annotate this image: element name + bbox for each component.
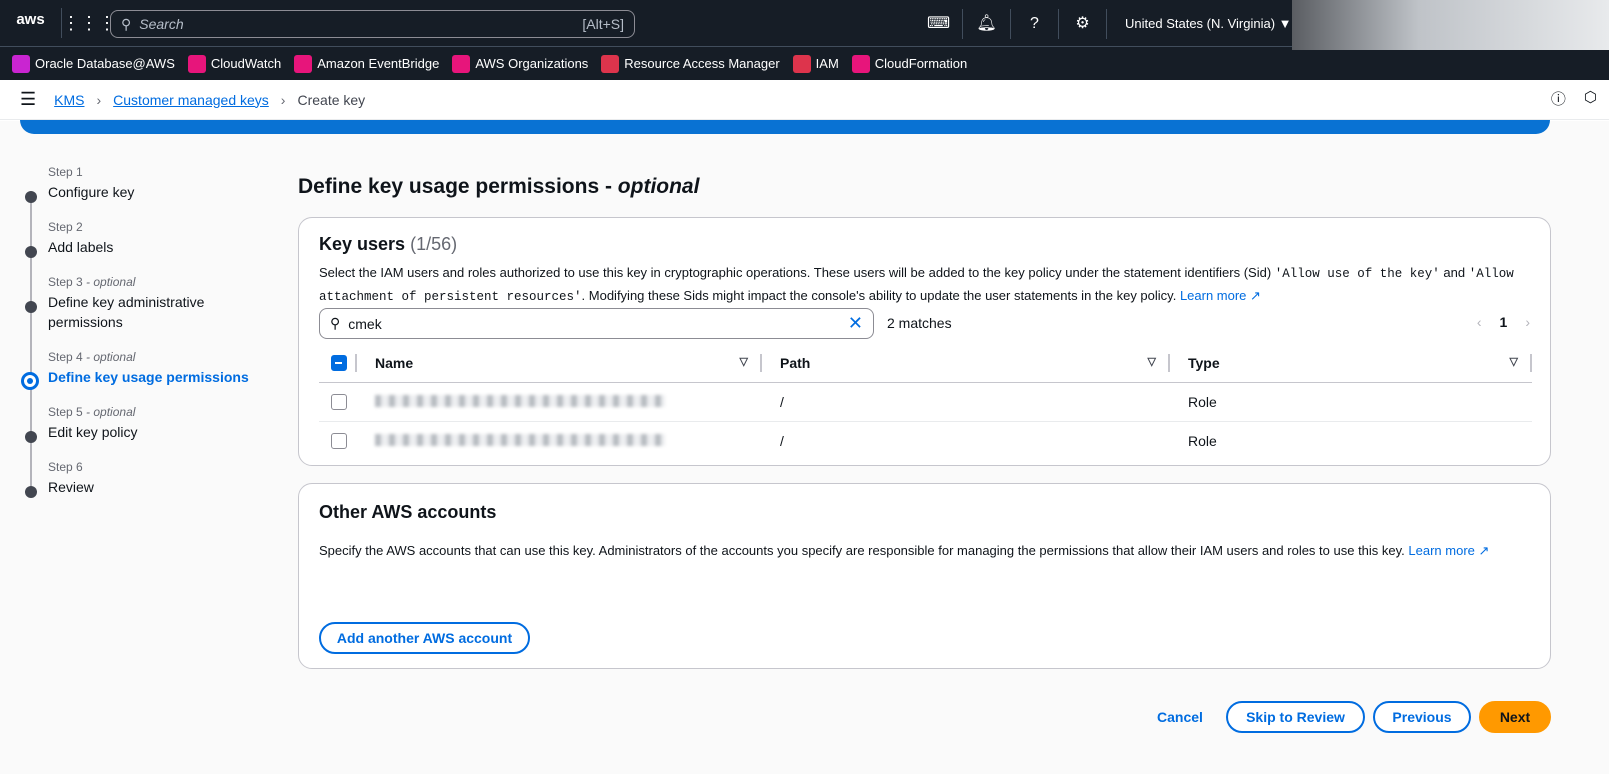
region-selector[interactable]: United States (N. Virginia) ▼ — [1125, 16, 1292, 31]
favorite-item[interactable]: IAM — [792, 54, 839, 73]
wizard-step[interactable]: Step 1 Configure key — [20, 165, 280, 203]
previous-button[interactable]: Previous — [1373, 701, 1471, 733]
row-checkbox[interactable] — [331, 394, 347, 411]
prev-page-icon[interactable]: ‹ — [1477, 314, 1482, 330]
row-checkbox[interactable] — [331, 433, 347, 450]
filter-input[interactable]: ⚲ cmek ✕ — [319, 308, 874, 339]
wizard-step[interactable]: Step 3 - optional Define key administrati… — [20, 275, 280, 332]
service-icon — [452, 54, 471, 73]
main-content: Step 1 Configure key Step 2 Add labels Step … — [0, 121, 1609, 774]
account-banner-image — [1292, 0, 1609, 50]
page-number[interactable]: 1 — [1500, 314, 1508, 330]
other-accounts-description: Specify the AWS accounts that can use th… — [319, 543, 1490, 558]
aws-logo[interactable]: aws — [0, 8, 62, 38]
key-users-heading: Key users (1/56) — [319, 234, 458, 254]
breadcrumb: ☰ KMS › Customer managed keys › Create k… — [0, 80, 1609, 120]
table-row[interactable]: / Role — [319, 421, 1532, 460]
favorite-item[interactable]: CloudFormation — [851, 54, 967, 73]
skip-to-review-button[interactable]: Skip to Review — [1226, 701, 1365, 733]
other-accounts-panel: Other AWS accounts Specify the AWS accou… — [298, 483, 1551, 669]
step-indicator-icon — [21, 372, 39, 390]
learn-more-link[interactable]: Learn more ↗ — [1180, 288, 1261, 303]
learn-more-link[interactable]: Learn more ↗ — [1408, 543, 1489, 558]
favorite-item[interactable]: AWS Organizations — [452, 54, 588, 73]
step-indicator-icon — [25, 486, 37, 498]
pagination: ‹ 1 › — [1477, 314, 1530, 330]
key-users-panel: Key users (1/56) Select the IAM users an… — [298, 217, 1551, 466]
gear-icon[interactable]: ⚙ — [1059, 8, 1107, 39]
wizard-step: Step 6 Review — [20, 460, 280, 498]
favorite-item[interactable]: Amazon EventBridge — [294, 54, 439, 73]
wizard-step[interactable]: Step 2 Add labels — [20, 220, 280, 258]
next-page-icon[interactable]: › — [1525, 314, 1530, 330]
wizard-step[interactable]: Step 4 - optional Define key usage permis… — [20, 350, 280, 390]
search-input[interactable]: ⚲ Search [Alt+S] — [110, 10, 635, 38]
redacted-name — [375, 394, 665, 407]
info-banner — [20, 120, 1550, 134]
favorite-item[interactable]: CloudWatch — [187, 54, 281, 73]
breadcrumb-kms[interactable]: KMS — [54, 92, 84, 108]
feedback-icon[interactable]: ⬡ — [1584, 88, 1597, 109]
favorites-bar: Oracle Database@AWS CloudWatch Amazon Even… — [0, 47, 1609, 80]
favorite-item[interactable]: Oracle Database@AWS — [12, 54, 175, 73]
service-icon — [851, 54, 870, 73]
add-account-button[interactable]: Add another AWS account — [319, 622, 530, 654]
sort-icon: ▽ — [1509, 355, 1518, 368]
chevron-right-icon: › — [280, 91, 286, 108]
help-icon[interactable]: ? — [1011, 8, 1059, 39]
key-users-description: Select the IAM users and roles authorize… — [319, 265, 1514, 304]
service-icon — [12, 54, 30, 73]
cancel-button[interactable]: Cancel — [1140, 701, 1220, 733]
column-path[interactable]: Path ▽ — [762, 344, 1170, 383]
redacted-name — [375, 433, 665, 446]
menu-icon[interactable]: ☰ — [20, 89, 36, 110]
wizard-step: Step 5 - optional Edit key policy — [20, 405, 280, 443]
breadcrumb-current: Create key — [297, 91, 366, 108]
sort-icon: ▽ — [1147, 355, 1156, 368]
clear-filter-icon[interactable]: ✕ — [848, 313, 863, 334]
chevron-right-icon: › — [96, 91, 102, 108]
match-count: 2 matches — [887, 315, 952, 331]
sort-icon: ▽ — [739, 355, 748, 368]
select-all-checkbox[interactable] — [331, 355, 347, 372]
search-icon: ⚲ — [330, 315, 341, 331]
column-type[interactable]: Type ▽ — [1170, 344, 1532, 383]
services-grid-icon[interactable]: ⋮⋮⋮ — [62, 13, 116, 34]
service-icon — [792, 54, 811, 73]
wizard-steps: Step 1 Configure key Step 2 Add labels Step … — [20, 165, 280, 515]
bell-icon[interactable]: 🔔︎ — [963, 8, 1011, 39]
step-indicator-icon — [25, 191, 37, 203]
page-title: Define key usage permissions - optional — [298, 175, 700, 198]
search-shortcut: [Alt+S] — [582, 16, 624, 32]
breadcrumb-customer-managed-keys[interactable]: Customer managed keys — [113, 92, 269, 108]
step-indicator-icon — [25, 431, 37, 443]
search-icon: ⚲ — [121, 15, 132, 32]
service-icon — [601, 54, 620, 73]
top-navigation: aws ⋮⋮⋮ ⚲ Search [Alt+S] ⌨ 🔔︎ ? ⚙ United… — [0, 0, 1609, 50]
table-row[interactable]: / Role — [319, 382, 1532, 422]
service-icon — [294, 54, 313, 73]
favorite-item[interactable]: Resource Access Manager — [601, 54, 780, 73]
service-icon — [187, 54, 206, 73]
column-name[interactable]: Name ▽ — [357, 344, 762, 383]
step-indicator-icon — [25, 246, 37, 258]
cloudshell-icon[interactable]: ⌨ — [915, 8, 963, 39]
key-users-table: Name ▽ Path ▽ Type ▽ / Role / Role — [319, 344, 1532, 460]
step-indicator-icon — [25, 301, 37, 313]
info-icon[interactable]: ⓘ — [1551, 88, 1566, 109]
next-button[interactable]: Next — [1479, 701, 1551, 733]
other-accounts-heading: Other AWS accounts — [319, 502, 497, 522]
